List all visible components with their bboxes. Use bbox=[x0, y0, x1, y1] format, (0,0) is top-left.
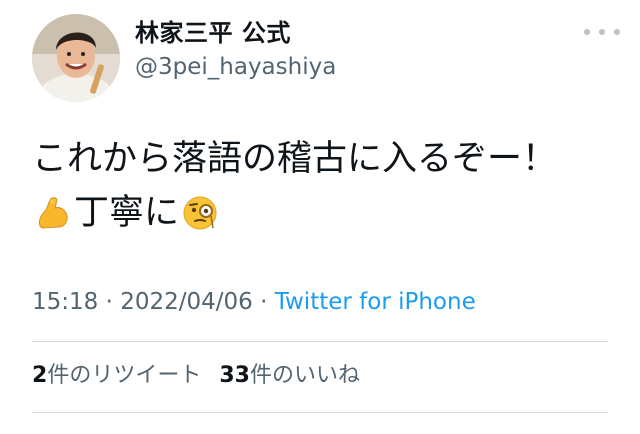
tweet-line-1: これから落語の稽古に入るぞー！ bbox=[32, 139, 558, 179]
display-name[interactable]: 林家三平 公式 bbox=[135, 18, 336, 48]
tweet-line-2-text: 丁寧に bbox=[74, 193, 180, 233]
meta-separator: · bbox=[98, 289, 121, 315]
retweet-label: 件のリツイート bbox=[47, 363, 202, 388]
more-dot-icon bbox=[599, 29, 605, 35]
tweet-card: 林家三平 公式 @3pei_hayashiya これから落語の稽古に入るぞー！ … bbox=[0, 0, 640, 434]
avatar[interactable] bbox=[32, 14, 120, 102]
divider bbox=[32, 341, 608, 342]
tweet-date[interactable]: 2022/04/06 bbox=[120, 289, 253, 315]
like-count-link[interactable]: 33件のいいね bbox=[219, 363, 360, 388]
like-count: 33 bbox=[219, 363, 250, 388]
retweet-count-link[interactable]: 2件のリツイート bbox=[32, 363, 201, 388]
divider bbox=[32, 412, 608, 413]
more-dot-icon bbox=[584, 29, 590, 35]
user-handle[interactable]: @3pei_hayashiya bbox=[135, 51, 336, 83]
tweet-line-2: 丁寧に bbox=[32, 186, 622, 240]
tweet-time[interactable]: 15:18 bbox=[32, 289, 98, 315]
like-label: 件のいいね bbox=[249, 363, 360, 388]
face-with-monocle-emoji-icon bbox=[181, 194, 219, 232]
author-block: 林家三平 公式 @3pei_hayashiya bbox=[135, 18, 336, 83]
tweet-text: これから落語の稽古に入るぞー！ 丁寧に bbox=[32, 132, 622, 240]
tweet-stats: 2件のリツイート 33件のいいね bbox=[32, 358, 360, 394]
more-options-button[interactable] bbox=[584, 22, 620, 42]
retweet-count: 2 bbox=[32, 363, 48, 388]
more-dot-icon bbox=[614, 29, 620, 35]
tweet-source-link[interactable]: Twitter for iPhone bbox=[275, 289, 476, 315]
meta-separator: · bbox=[252, 289, 275, 315]
tweet-meta: 15:18 · 2022/04/06 · Twitter for iPhone bbox=[32, 284, 476, 320]
flexed-biceps-emoji-icon bbox=[34, 194, 72, 232]
tweet-header: 林家三平 公式 @3pei_hayashiya bbox=[32, 14, 624, 102]
